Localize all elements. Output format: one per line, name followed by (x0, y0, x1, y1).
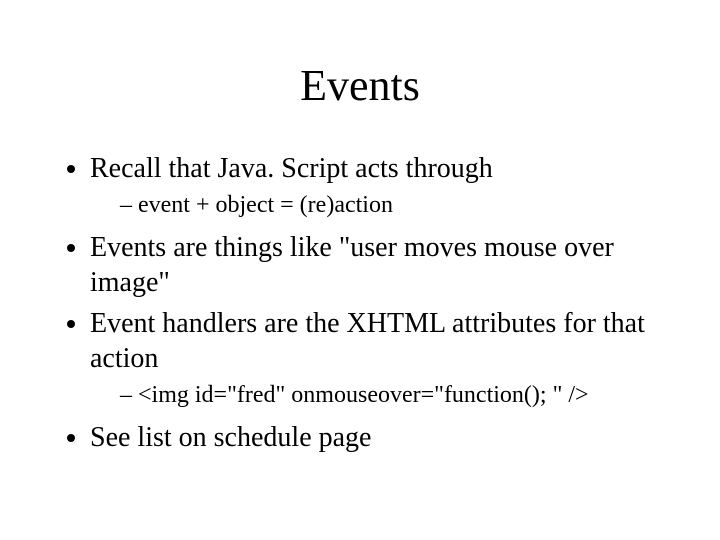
slide-title: Events (50, 60, 670, 111)
bullet-item: Event handlers are the XHTML attributes … (90, 306, 670, 410)
bullet-item: Events are things like "user moves mouse… (90, 230, 670, 300)
bullet-text: Event handlers are the XHTML attributes … (90, 308, 645, 374)
bullet-item: Recall that Java. Script acts through ev… (90, 151, 670, 220)
sub-bullet-text: event + object = (re)action (138, 192, 393, 218)
sub-bullet-item: <img id="fred" onmouseover="function(); … (120, 380, 670, 410)
sub-bullet-list: event + object = (re)action (90, 190, 670, 220)
bullet-text: Events are things like "user moves mouse… (90, 232, 614, 298)
bullet-text: See list on schedule page (90, 422, 371, 453)
bullet-list: Recall that Java. Script acts through ev… (50, 151, 670, 455)
sub-bullet-text: <img id="fred" onmouseover="function(); … (138, 382, 589, 408)
slide: Events Recall that Java. Script acts thr… (0, 0, 720, 540)
sub-bullet-item: event + object = (re)action (120, 190, 670, 220)
bullet-item: See list on schedule page (90, 420, 670, 455)
bullet-text: Recall that Java. Script acts through (90, 153, 493, 184)
sub-bullet-list: <img id="fred" onmouseover="function(); … (90, 380, 670, 410)
